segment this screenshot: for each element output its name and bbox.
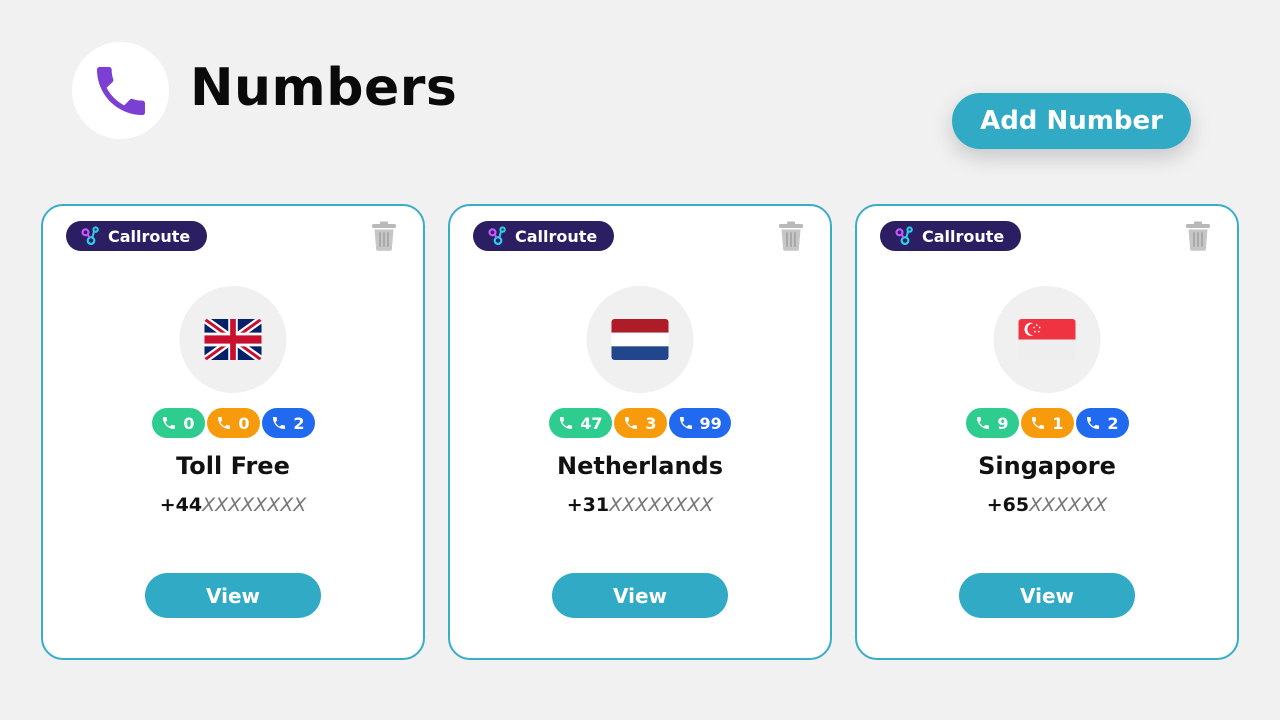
total-calls-count: 2: [1107, 413, 1119, 433]
number-prefix: +31: [566, 494, 610, 516]
total-calls-count: 99: [699, 413, 722, 433]
delete-trash-icon[interactable]: [778, 221, 804, 251]
total-calls-pill: 99: [668, 408, 731, 438]
provider-label: Callroute: [108, 226, 191, 246]
phone-icon: [1030, 415, 1046, 431]
provider-badge: Callroute: [473, 221, 614, 251]
phone-number: +44XXXXXXXX: [43, 494, 423, 516]
number-card-netherlands: Callroute 47 3 99 Netherlands +31XXXXXXX…: [448, 204, 832, 660]
phone-icon: [271, 415, 287, 431]
pending-calls-count: 1: [1052, 413, 1064, 433]
active-calls-count: 47: [580, 413, 603, 433]
pending-calls-pill: 3: [613, 408, 667, 438]
phone-icon: [216, 415, 232, 431]
number-name: Singapore: [978, 452, 1116, 480]
active-calls-count: 0: [183, 413, 195, 433]
view-button[interactable]: View: [552, 573, 728, 618]
phone-number: +31XXXXXXXX: [450, 494, 830, 516]
phone-icon: [623, 415, 639, 431]
delete-trash-icon[interactable]: [371, 221, 397, 251]
callroute-logo-icon: [894, 225, 916, 247]
pending-calls-pill: 0: [206, 408, 260, 438]
number-name: Netherlands: [556, 452, 723, 480]
flag-container: [179, 286, 287, 393]
pending-calls-count: 0: [238, 413, 250, 433]
number-name: Toll Free: [176, 452, 290, 480]
number-card-toll-free: Callroute 0 0 2 Toll Free +44XXXXXXXX Vi…: [41, 204, 425, 660]
delete-trash-icon[interactable]: [1185, 221, 1211, 251]
call-count-pills: 9 1 2: [857, 408, 1237, 438]
phone-icon: [678, 415, 694, 431]
flag-container: [993, 286, 1101, 393]
total-calls-count: 2: [293, 413, 305, 433]
total-calls-pill: 2: [1075, 408, 1129, 438]
active-calls-pill: 0: [151, 408, 205, 438]
number-prefix: +44: [159, 494, 203, 516]
flag-container: [586, 286, 694, 393]
number-mask: XXXXXXXX: [202, 494, 307, 516]
numbers-header-icon: [72, 42, 169, 139]
active-calls-count: 9: [997, 413, 1009, 433]
provider-label: Callroute: [922, 226, 1005, 246]
provider-label: Callroute: [515, 226, 598, 246]
phone-number: +65XXXXXX: [857, 494, 1237, 516]
active-calls-pill: 9: [965, 408, 1019, 438]
callroute-logo-icon: [80, 225, 102, 247]
add-number-button[interactable]: Add Number: [952, 93, 1191, 149]
singapore-flag-icon: [1018, 319, 1076, 360]
call-count-pills: 0 0 2: [43, 408, 423, 438]
number-mask: XXXXXXXX: [609, 494, 714, 516]
provider-badge: Callroute: [66, 221, 207, 251]
active-calls-pill: 47: [549, 408, 612, 438]
number-mask: XXXXXX: [1029, 494, 1108, 516]
provider-badge: Callroute: [880, 221, 1021, 251]
number-card-singapore: Callroute 9 1 2 Singapore +65XXXXXX View: [855, 204, 1239, 660]
page-title: Numbers: [190, 58, 458, 118]
pending-calls-pill: 1: [1020, 408, 1074, 438]
view-button[interactable]: View: [145, 573, 321, 618]
united-kingdom-flag-icon: [204, 319, 262, 360]
number-prefix: +65: [986, 494, 1030, 516]
call-count-pills: 47 3 99: [450, 408, 830, 438]
phone-icon: [89, 59, 153, 123]
phone-icon: [1085, 415, 1101, 431]
pending-calls-count: 3: [645, 413, 657, 433]
callroute-logo-icon: [487, 225, 509, 247]
total-calls-pill: 2: [261, 408, 315, 438]
view-button[interactable]: View: [959, 573, 1135, 618]
phone-icon: [975, 415, 991, 431]
phone-icon: [558, 415, 574, 431]
netherlands-flag-icon: [611, 319, 669, 360]
phone-icon: [161, 415, 177, 431]
